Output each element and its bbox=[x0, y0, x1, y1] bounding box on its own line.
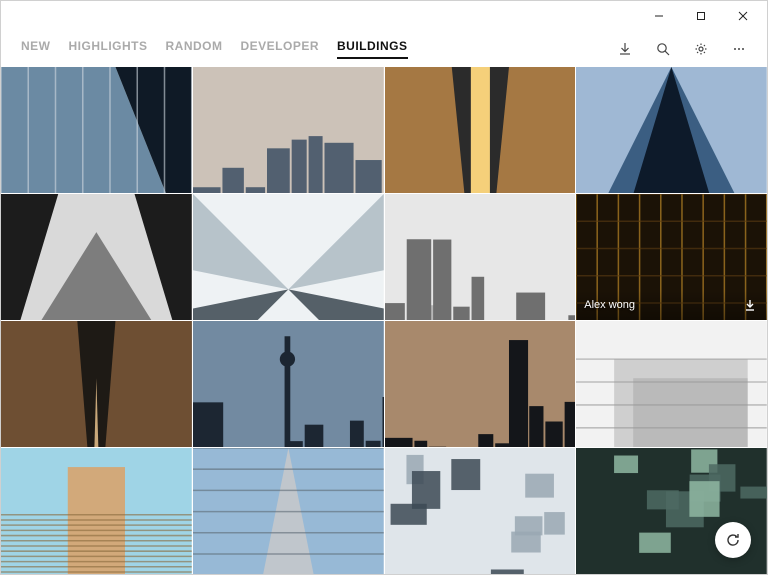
thumbnail-art bbox=[385, 67, 576, 193]
thumbnail[interactable] bbox=[385, 67, 576, 193]
header: NEW HIGHLIGHTS RANDOM DEVELOPER BUILDING… bbox=[1, 31, 767, 67]
tabs: NEW HIGHLIGHTS RANDOM DEVELOPER BUILDING… bbox=[21, 39, 408, 59]
tab-random[interactable]: RANDOM bbox=[166, 39, 223, 59]
thumbnail[interactable] bbox=[193, 67, 384, 193]
app-window: NEW HIGHLIGHTS RANDOM DEVELOPER BUILDING… bbox=[0, 0, 768, 575]
thumbnail-art bbox=[193, 67, 384, 193]
thumbnail-art bbox=[576, 67, 767, 193]
maximize-button[interactable] bbox=[681, 2, 721, 30]
thumbnail-art bbox=[385, 321, 576, 447]
tab-highlights[interactable]: HIGHLIGHTS bbox=[69, 39, 148, 59]
thumbnail[interactable] bbox=[576, 67, 767, 193]
thumbnail[interactable] bbox=[385, 321, 576, 447]
thumbnail-art bbox=[1, 67, 192, 193]
thumbnail[interactable] bbox=[193, 448, 384, 574]
search-icon[interactable] bbox=[651, 37, 675, 61]
thumbnail[interactable] bbox=[1, 194, 192, 320]
download-thumbnail-icon[interactable] bbox=[741, 296, 759, 314]
thumbnail-art bbox=[193, 194, 384, 320]
thumbnail[interactable] bbox=[385, 194, 576, 320]
thumbnail[interactable] bbox=[1, 448, 192, 574]
gear-icon[interactable] bbox=[689, 37, 713, 61]
tab-buildings[interactable]: BUILDINGS bbox=[337, 39, 408, 59]
titlebar bbox=[1, 1, 767, 31]
thumbnail[interactable] bbox=[1, 67, 192, 193]
image-grid: Alex wong bbox=[1, 67, 767, 574]
thumbnail[interactable] bbox=[193, 194, 384, 320]
thumbnail-art bbox=[576, 321, 767, 447]
toolbar bbox=[613, 37, 751, 61]
thumbnail-art bbox=[193, 448, 384, 574]
tab-new[interactable]: NEW bbox=[21, 39, 51, 59]
thumbnail[interactable] bbox=[1, 321, 192, 447]
thumbnail-art bbox=[193, 321, 384, 447]
tab-developer[interactable]: DEVELOPER bbox=[241, 39, 320, 59]
thumbnail-art bbox=[1, 321, 192, 447]
minimize-button[interactable] bbox=[639, 2, 679, 30]
thumbnail-overlay: Alex wong bbox=[576, 290, 767, 320]
thumbnail[interactable] bbox=[576, 321, 767, 447]
thumbnail-art bbox=[1, 194, 192, 320]
author-label: Alex wong bbox=[584, 299, 635, 311]
thumbnail[interactable] bbox=[193, 321, 384, 447]
thumbnail[interactable]: Alex wong bbox=[576, 194, 767, 320]
more-icon[interactable] bbox=[727, 37, 751, 61]
download-icon[interactable] bbox=[613, 37, 637, 61]
thumbnail-art bbox=[385, 448, 576, 574]
close-button[interactable] bbox=[723, 2, 763, 30]
thumbnail-art bbox=[385, 194, 576, 320]
thumbnail-art bbox=[1, 448, 192, 574]
refresh-button[interactable] bbox=[715, 522, 751, 558]
thumbnail[interactable] bbox=[385, 448, 576, 574]
